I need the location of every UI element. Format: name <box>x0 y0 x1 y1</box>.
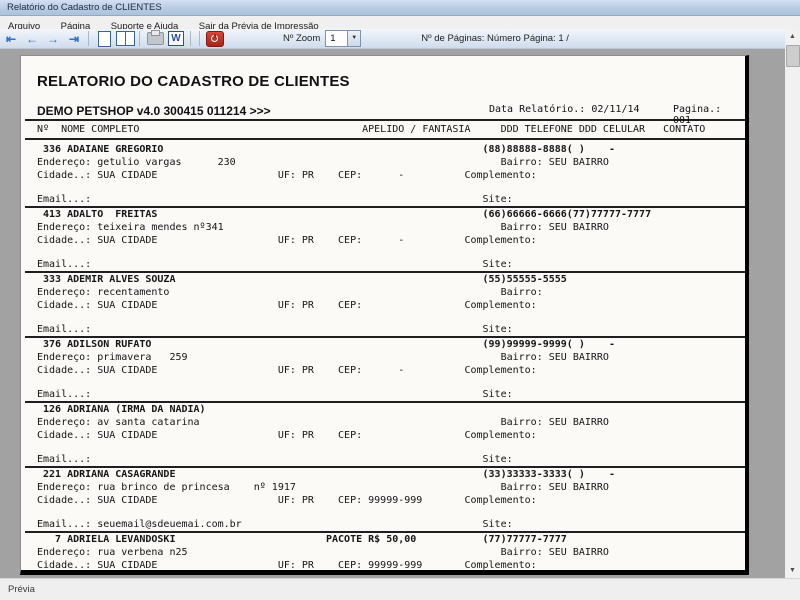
record-line-name: 221 ADRIANA CASAGRANDE (33)33333-3333( )… <box>37 468 745 481</box>
report-title: RELATORIO DO CADASTRO DE CLIENTES <box>37 73 745 93</box>
scroll-up-icon[interactable]: ▲ <box>785 29 800 44</box>
single-page-view-button[interactable] <box>94 31 114 47</box>
printer-icon <box>147 32 164 45</box>
first-page-icon: ⇤ <box>6 31 16 47</box>
record-line-address: Endereço: av santa catarina Bairro: SEU … <box>37 416 745 429</box>
record-line-name: 336 ADAIANE GREGORIO (88)88888-8888( ) - <box>37 143 745 156</box>
toolbar-separator <box>190 31 191 46</box>
records: 336 ADAIANE GREGORIO (88)88888-8888( ) -… <box>37 143 745 575</box>
titlebar: Relatório do Cadastro de CLIENTES <box>0 0 800 16</box>
record-line-city: Cidade..: SUA CIDADE UF: PR CEP: - Compl… <box>37 234 745 247</box>
toolbar-separator <box>88 31 89 46</box>
chevron-down-icon[interactable]: ▼ <box>347 31 360 46</box>
print-button[interactable] <box>145 31 165 47</box>
scrollbar-thumb[interactable] <box>786 45 800 67</box>
zoom-value: 1 <box>326 31 347 46</box>
record-line-email: Email...: seuemail@sdeuemai.com.br Site: <box>37 518 745 531</box>
last-page-button[interactable]: ⇥ <box>64 31 84 47</box>
single-page-icon <box>98 31 111 47</box>
statusbar: Prévia <box>0 578 800 600</box>
menubar: Arquivo Página Suporte e Ajuda Sair da P… <box>0 16 800 29</box>
record-line-address: Endereço: rua brinco de princesa nº 1917… <box>37 481 745 494</box>
close-preview-button[interactable] <box>205 31 225 47</box>
report-page: RELATORIO DO CADASTRO DE CLIENTES DEMO P… <box>20 55 749 575</box>
zoom-label: Nº Zoom <box>283 33 320 44</box>
vertical-scrollbar[interactable]: ▲ ▼ <box>785 29 800 578</box>
record-line-email: Email...: Site: <box>37 388 745 401</box>
record-line-email: Email...: Site: <box>37 193 745 206</box>
record: 221 ADRIANA CASAGRANDE (33)33333-3333( )… <box>25 468 745 533</box>
preview-area: RELATORIO DO CADASTRO DE CLIENTES DEMO P… <box>0 49 785 578</box>
next-page-button[interactable]: → <box>43 31 63 47</box>
record-line-city: Cidade..: SUA CIDADE UF: PR CEP: 99999-9… <box>37 559 745 572</box>
column-headers: Nº NOME COMPLETO APELIDO / FANTASIA DDD … <box>25 123 745 140</box>
record-line-city: Cidade..: SUA CIDADE UF: PR CEP: Complem… <box>37 299 745 312</box>
record-line-city: Cidade..: SUA CIDADE UF: PR CEP: - Compl… <box>37 364 745 377</box>
record-line-email: Email...: Site: <box>37 258 745 271</box>
record: 333 ADEMIR ALVES SOUZA (55)55555-5555 En… <box>25 273 745 338</box>
window-title: Relatório do Cadastro de CLIENTES <box>7 2 162 13</box>
record-line-name: 7 ADRIELA LEVANDOSKI PACOTE R$ 50,00 (77… <box>37 533 745 546</box>
record-line-name: 413 ADALTO FREITAS (66)66666-6666(77)777… <box>37 208 745 221</box>
record-line-address: Endereço: recentamento Bairro: <box>37 286 745 299</box>
record-line-address: Endereço: teixeira mendes nº341 Bairro: … <box>37 221 745 234</box>
record-line-name: 376 ADILSON RUFATO (99)99999-9999( ) - <box>37 338 745 351</box>
record-line-email: Email...: seuemail@hotmail.com Site: <box>37 572 745 575</box>
record-line-email: Email...: Site: <box>37 323 745 336</box>
record: 336 ADAIANE GREGORIO (88)88888-8888( ) -… <box>25 143 745 208</box>
record-line-name: 126 ADRIANA (IRMA DA NADIA) <box>37 403 745 416</box>
record-line-address: Endereço: getulio vargas 230 Bairro: SEU… <box>37 156 745 169</box>
export-word-button[interactable]: W <box>166 31 186 47</box>
record-line-address: Endereço: primavera 259 Bairro: SEU BAIR… <box>37 351 745 364</box>
record: 376 ADILSON RUFATO (99)99999-9999( ) - E… <box>25 338 745 403</box>
last-page-icon: ⇥ <box>69 31 79 47</box>
record-line-city: Cidade..: SUA CIDADE UF: PR CEP: 99999-9… <box>37 494 745 507</box>
word-icon: W <box>168 31 184 46</box>
app-window: Relatório do Cadastro de CLIENTES Arquiv… <box>0 0 800 600</box>
toolbar-separator <box>139 31 140 46</box>
two-page-view-button[interactable] <box>115 31 135 47</box>
two-page-icon <box>116 31 135 46</box>
record: 413 ADALTO FREITAS (66)66666-6666(77)777… <box>25 208 745 273</box>
report-subtitle: DEMO PETSHOP v4.0 300415 011214 >>> <box>37 104 271 118</box>
scroll-down-icon[interactable]: ▼ <box>785 563 800 578</box>
close-preview-icon <box>206 31 224 47</box>
record-line-name: 333 ADEMIR ALVES SOUZA (55)55555-5555 <box>37 273 745 286</box>
first-page-button[interactable]: ⇤ <box>1 31 21 47</box>
record-line-city: Cidade..: SUA CIDADE UF: PR CEP: - Compl… <box>37 169 745 182</box>
record-line-email: Email...: Site: <box>37 453 745 466</box>
zoom-select[interactable]: 1 ▼ <box>325 30 361 47</box>
record: 126 ADRIANA (IRMA DA NADIA) Endereço: av… <box>25 403 745 468</box>
pages-info-label: Nº de Páginas: Número Página: 1 / <box>421 33 569 44</box>
report-page-number: Pagina.: 001 <box>673 104 745 126</box>
prev-page-icon: ← <box>26 31 38 47</box>
toolbar: ⇤ ← → ⇥ W Nº Zoom 1 ▼ <box>0 29 785 49</box>
record-line-address: Endereço: rua verbena n25 Bairro: SEU BA… <box>37 546 745 559</box>
status-text: Prévia <box>8 584 35 595</box>
record-line-city: Cidade..: SUA CIDADE UF: PR CEP: Complem… <box>37 429 745 442</box>
prev-page-button[interactable]: ← <box>22 31 42 47</box>
record: 7 ADRIELA LEVANDOSKI PACOTE R$ 50,00 (77… <box>25 533 745 575</box>
report-date: Data Relatório.: 02/11/14 <box>489 104 640 115</box>
toolbar-separator <box>199 31 200 46</box>
next-page-icon: → <box>47 31 59 47</box>
report-subheader: DEMO PETSHOP v4.0 300415 011214 >>> Data… <box>25 102 745 121</box>
